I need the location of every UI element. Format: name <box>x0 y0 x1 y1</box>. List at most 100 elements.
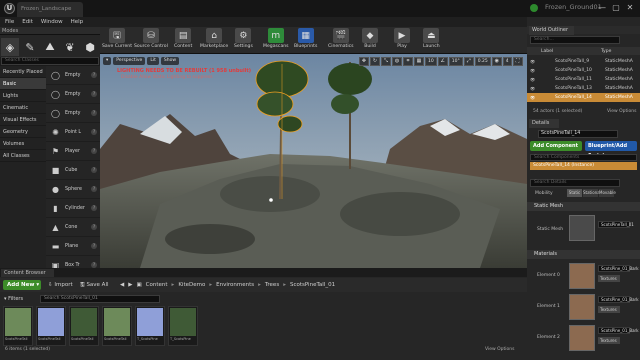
help-icon[interactable]: ? <box>91 167 97 173</box>
placeable-item[interactable]: ● Sphere? <box>46 180 100 199</box>
category-lights[interactable]: Lights <box>0 90 46 102</box>
grid-snap-icon[interactable]: ▦ <box>414 57 424 66</box>
menu-help[interactable]: Help <box>71 19 84 25</box>
outliner-row[interactable]: 👁 ScotsPineTall_9 StaticMeshA <box>527 57 640 66</box>
rotation-snap-icon[interactable]: ∠ <box>437 57 448 66</box>
help-icon[interactable]: ? <box>91 205 97 211</box>
outliner-search-input[interactable]: Search... <box>530 36 620 44</box>
material-thumbnail[interactable] <box>569 263 595 289</box>
toolbar-button[interactable]: 🎬 Cinematics <box>328 28 354 53</box>
help-icon[interactable]: ? <box>91 148 97 154</box>
placeable-item[interactable]: ◯ Empty? <box>46 66 100 85</box>
menu-edit[interactable]: Edit <box>22 19 33 25</box>
placeable-item[interactable]: ◯ Empty? <box>46 104 100 123</box>
category-recently-placed[interactable]: Recently Placed <box>0 66 46 78</box>
details-tab[interactable]: Details <box>529 119 560 128</box>
paint-mode-icon[interactable]: ✎ <box>21 38 39 56</box>
nav-forward-icon[interactable]: ▶ <box>128 282 132 288</box>
visibility-eye-icon[interactable]: 👁 <box>530 57 535 66</box>
toolbar-button[interactable]: ◆ Build <box>362 28 378 53</box>
content-view-options[interactable]: View Options <box>485 347 514 352</box>
maximize-button[interactable]: ▢ <box>610 2 622 13</box>
static-mesh-section[interactable]: Static Mesh <box>527 202 640 211</box>
world-local-icon[interactable]: ◍ <box>392 57 402 66</box>
camera-speed-icon[interactable]: ◉ <box>491 57 502 66</box>
outliner-row[interactable]: 👁 ScotsPineTall_14 StaticMeshA <box>527 93 640 102</box>
translate-icon[interactable]: ✥ <box>359 57 369 66</box>
asset-tile[interactable]: T_ScotsPine <box>135 306 165 346</box>
breadcrumb-trees[interactable]: Trees <box>265 282 279 288</box>
material-value[interactable]: ScotsPine_01_Bark <box>598 265 639 272</box>
actor-name-field[interactable]: ScotsPineTall_14 <box>538 130 618 138</box>
visibility-eye-icon[interactable]: 👁 <box>530 84 535 93</box>
level-viewport[interactable]: ▾ Perspective Lit Show LIGHTING NEEDS TO… <box>100 54 527 268</box>
placeable-item[interactable]: ▬ Plane? <box>46 237 100 256</box>
help-icon[interactable]: ? <box>91 186 97 192</box>
filters-button[interactable]: ▾ Filters <box>4 296 23 302</box>
material-value[interactable]: ScotsPine_01_Bark <box>598 327 639 334</box>
grid-snap-value[interactable]: 10 <box>425 57 437 66</box>
toolbar-button[interactable]: ▦ Blueprints <box>294 28 317 53</box>
category-basic[interactable]: Basic <box>0 78 46 90</box>
menu-window[interactable]: Window <box>41 19 63 25</box>
asset-tile[interactable]: ScotsPineTall <box>69 306 99 346</box>
placeable-item[interactable]: ✺ Point L? <box>46 123 100 142</box>
content-browser-tab[interactable]: Content Browser <box>1 269 54 277</box>
placeable-item[interactable]: ⚑ Player? <box>46 142 100 161</box>
breadcrumb-content[interactable]: Content <box>146 282 168 288</box>
mobility-movable[interactable]: Movable <box>599 189 616 197</box>
category-all-classes[interactable]: All Classes <box>0 150 46 162</box>
category-visual-effects[interactable]: Visual Effects <box>0 114 46 126</box>
static-mesh-thumbnail[interactable] <box>569 215 595 241</box>
lit-button[interactable]: Lit <box>147 57 159 65</box>
blueprint-add-script-button[interactable]: Blueprint/Add Script <box>585 141 637 159</box>
help-icon[interactable]: ? <box>91 91 97 97</box>
breadcrumb-environments[interactable]: Environments <box>216 282 254 288</box>
category-volumes[interactable]: Volumes <box>0 138 46 150</box>
menu-file[interactable]: File <box>5 19 14 25</box>
placeable-item[interactable]: ▲ Cone? <box>46 218 100 237</box>
modes-tab[interactable]: Modes <box>2 27 18 35</box>
world-outliner-tab[interactable]: World Outliner <box>529 26 575 35</box>
static-mesh-value[interactable]: ScotsPineTall_01 <box>598 221 634 228</box>
outliner-view-options[interactable]: View Options <box>607 109 636 114</box>
placeable-item[interactable]: ▮ Cylinder? <box>46 199 100 218</box>
visibility-eye-icon[interactable]: 👁 <box>530 93 535 102</box>
materials-section[interactable]: Materials <box>527 250 640 259</box>
material-thumbnail[interactable] <box>569 325 595 351</box>
camera-speed-value[interactable]: 4 <box>502 57 512 66</box>
show-button[interactable]: Show <box>160 57 180 65</box>
breadcrumb-scotspinetall[interactable]: ScotsPineTall_01 <box>290 282 335 288</box>
toolbar-button[interactable]: m Megascans <box>263 28 289 53</box>
toolbar-button[interactable]: ⚙ Settings <box>234 28 253 53</box>
search-details-input[interactable]: Search Details <box>530 179 620 187</box>
place-mode-icon[interactable]: ◈ <box>1 38 19 56</box>
scale-icon[interactable]: ⤡ <box>381 57 391 66</box>
perspective-button[interactable]: Perspective <box>113 57 146 65</box>
toolbar-button[interactable]: ⏏ Launch <box>423 28 440 53</box>
rotation-snap-value[interactable]: 10° <box>448 57 463 66</box>
help-icon[interactable]: ? <box>91 72 97 78</box>
category-geometry[interactable]: Geometry <box>0 126 46 138</box>
asset-search-input[interactable]: Search ScotsPineTall_01 <box>40 295 160 303</box>
category-cinematic[interactable]: Cinematic <box>0 102 46 114</box>
material-value[interactable]: ScotsPine_01_Bark <box>598 296 639 303</box>
scale-snap-icon[interactable]: ⤢ <box>463 57 474 66</box>
landscape-mode-icon[interactable]: ⛰ <box>41 38 59 56</box>
nav-back-icon[interactable]: ◀ <box>120 282 124 288</box>
search-components-input[interactable]: Search Components <box>530 154 637 161</box>
toolbar-button[interactable]: ⌂ Marketplace <box>200 28 228 53</box>
viewport-options-button[interactable]: ▾ <box>103 57 112 65</box>
level-tab[interactable]: Frozen_Landscape <box>17 2 83 17</box>
scale-snap-value[interactable]: 0.25 <box>474 57 491 66</box>
toolbar-button[interactable]: ⛁ Source Control <box>134 28 168 53</box>
import-button[interactable]: ⇩ Import <box>48 280 73 290</box>
add-component-button[interactable]: Add Component ▾ <box>530 141 582 159</box>
textures-dropdown[interactable]: Textures <box>598 337 620 344</box>
visibility-eye-icon[interactable]: 👁 <box>530 75 535 84</box>
toolbar-button[interactable]: ▤ Content <box>174 28 192 53</box>
add-new-button[interactable]: Add New ▾ <box>3 280 41 290</box>
placeable-item[interactable]: ◯ Empty? <box>46 85 100 104</box>
column-type[interactable]: Type <box>601 49 611 54</box>
outliner-row[interactable]: 👁 ScotsPineTall_10 StaticMeshA <box>527 66 640 75</box>
